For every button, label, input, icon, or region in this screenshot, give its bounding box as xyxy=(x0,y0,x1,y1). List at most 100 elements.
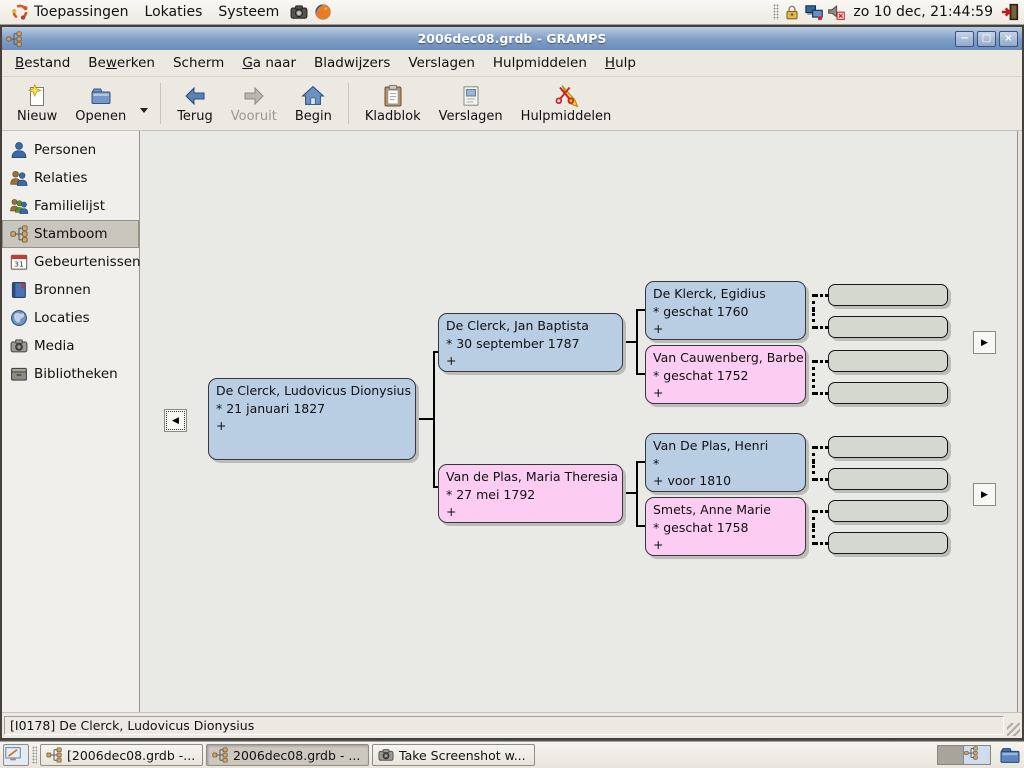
empty-ancestor-box[interactable] xyxy=(828,284,948,306)
panel-menu-lokaties[interactable]: Lokaties xyxy=(137,0,211,24)
person-birth: * 30 september 1787 xyxy=(446,335,615,353)
calendar-31-icon: 31 xyxy=(10,253,28,271)
toolbar-button-label: Hulpmiddelen xyxy=(521,109,612,124)
empty-ancestor-box[interactable] xyxy=(828,350,948,372)
minimize-button[interactable]: − xyxy=(955,31,974,47)
person-box[interactable]: Van Cauwenberg, Barbe* geschat 1752+ xyxy=(645,345,806,404)
gramps-window: 2006dec08.grdb - GRAMPS − □ × BestandBew… xyxy=(0,25,1024,740)
empty-ancestor-box[interactable] xyxy=(828,382,948,404)
empty-ancestor-box[interactable] xyxy=(828,316,948,338)
open-dropdown-button[interactable] xyxy=(135,79,153,128)
panel-menu-label: Systeem xyxy=(218,4,279,20)
dotted-connector-line xyxy=(815,478,828,481)
panel-menu-label: Lokaties xyxy=(145,4,203,20)
task-label: [2006dec08.grdb -... xyxy=(67,748,195,763)
menu-verslagen[interactable]: Verslagen xyxy=(399,51,484,75)
sidebar-item-relaties[interactable]: Relaties xyxy=(2,164,139,192)
toolbar-terug-button[interactable]: Terug xyxy=(168,79,222,128)
person-name: De Clerck, Jan Baptista xyxy=(446,317,615,335)
titlebar[interactable]: 2006dec08.grdb - GRAMPS − □ × xyxy=(2,27,1022,50)
person-box[interactable]: De Klerck, Egidius* geschat 1760+ xyxy=(645,281,806,340)
menu-scherm[interactable]: Scherm xyxy=(164,51,233,75)
sidebar-item-bronnen[interactable]: Bronnen xyxy=(2,276,139,304)
person-name: De Clerck, Ludovicus Dionysius xyxy=(216,382,408,400)
keyring-icon[interactable] xyxy=(783,3,801,21)
resize-grip[interactable] xyxy=(1007,723,1020,736)
taskbar-window-button[interactable]: [2006dec08.grdb -... xyxy=(40,744,203,766)
person-birth: * geschat 1758 xyxy=(653,519,798,537)
pedigree-chart-icon xyxy=(10,225,28,243)
sidebar-item-locaties[interactable]: Locaties xyxy=(2,304,139,332)
screenshot-camera-icon[interactable] xyxy=(290,3,308,21)
toolbar-verslagen-button[interactable]: Verslagen xyxy=(430,79,512,128)
task-list-handle xyxy=(32,746,37,764)
close-button[interactable]: × xyxy=(999,31,1018,47)
person-birth: * geschat 1752 xyxy=(653,367,798,385)
sidebar-item-stamboom[interactable]: Stamboom xyxy=(2,220,139,248)
empty-ancestor-box[interactable] xyxy=(828,532,948,554)
empty-ancestor-box[interactable] xyxy=(828,468,948,490)
menu-bewerken[interactable]: Bewerken xyxy=(79,51,164,75)
sidebar-item-bibliotheken[interactable]: Bibliotheken xyxy=(2,360,139,388)
person-box[interactable]: De Clerck, Ludovicus Dionysius* 21 janua… xyxy=(208,378,416,460)
person-box[interactable]: Van De Plas, Henri*+ voor 1810 xyxy=(645,433,806,492)
toolbar-nieuw-button[interactable]: Nieuw xyxy=(8,79,66,128)
toolbar-begin-button[interactable]: Begin xyxy=(286,79,341,128)
toolbar-kladblok-button[interactable]: Kladblok xyxy=(356,79,430,128)
menu-hulp[interactable]: Hulp xyxy=(596,51,645,75)
sidebar-item-label: Personen xyxy=(34,142,96,158)
menu-ga-naar[interactable]: Ga naar xyxy=(233,51,305,75)
menu-bestand[interactable]: Bestand xyxy=(6,51,79,75)
blue-folder-icon[interactable] xyxy=(999,744,1021,766)
connector-line xyxy=(623,492,636,494)
toolbar-hulpmiddelen-button[interactable]: Hulpmiddelen xyxy=(512,79,621,128)
maximize-button[interactable]: □ xyxy=(977,31,996,47)
globe-icon xyxy=(10,309,28,327)
person-box[interactable]: Van de Plas, Maria Theresia* 27 mei 1792… xyxy=(438,464,623,523)
taskbar-window-button[interactable]: 2006dec08.grdb - ... xyxy=(206,744,369,766)
firefox-icon[interactable] xyxy=(314,3,332,21)
network-computers-icon[interactable] xyxy=(805,3,823,21)
workspace-1[interactable] xyxy=(938,746,964,764)
panel-menu-systeem[interactable]: Systeem xyxy=(210,0,287,24)
sidebar-item-gebeurtenissen[interactable]: 31Gebeurtenissen xyxy=(2,248,139,276)
dotted-connector-line xyxy=(815,392,828,395)
menu-bladwijzers[interactable]: Bladwijzers xyxy=(305,51,399,75)
pedigree-nav-right-button[interactable]: ▶ xyxy=(973,331,996,354)
person-box[interactable]: De Clerck, Jan Baptista* 30 september 17… xyxy=(438,313,623,372)
sidebar-item-media[interactable]: Media xyxy=(2,332,139,360)
pedigree-canvas[interactable]: De Clerck, Ludovicus Dionysius* 21 janua… xyxy=(140,131,1018,712)
workspace-2[interactable] xyxy=(964,746,990,764)
person-box[interactable]: Smets, Anne Marie* geschat 1758+ xyxy=(645,497,806,556)
panel-menu-toepassingen[interactable]: Toepassingen xyxy=(3,0,137,24)
empty-ancestor-box[interactable] xyxy=(828,500,948,522)
camera-gray-icon xyxy=(10,337,28,355)
person-birth: * 21 januari 1827 xyxy=(216,400,408,418)
empty-ancestor-box[interactable] xyxy=(828,436,948,458)
dotted-connector-line xyxy=(815,510,828,513)
toolbar-button-label: Vooruit xyxy=(231,109,277,124)
sidebar-item-personen[interactable]: Personen xyxy=(2,136,139,164)
person-name: Van de Plas, Maria Theresia xyxy=(446,468,615,486)
taskbar-window-button[interactable]: Take Screenshot w... xyxy=(372,744,535,766)
tray-handle[interactable] xyxy=(773,4,779,20)
show-desktop-button[interactable] xyxy=(3,744,29,766)
sidebar-item-familielijst[interactable]: Familielijst xyxy=(2,192,139,220)
toolbar-button-label: Openen xyxy=(75,109,126,124)
toolbar-openen-button[interactable]: Openen xyxy=(66,79,135,128)
connector-line xyxy=(636,373,645,375)
connector-line xyxy=(636,461,645,463)
workspace-switcher[interactable] xyxy=(937,745,991,765)
task-label: 2006dec08.grdb - ... xyxy=(233,748,360,763)
toolbar-button-label: Verslagen xyxy=(439,109,503,124)
sidebar-item-label: Bibliotheken xyxy=(34,366,118,382)
menu-hulpmiddelen[interactable]: Hulpmiddelen xyxy=(484,51,596,75)
volume-muted-icon[interactable] xyxy=(827,3,845,21)
chevron-down-icon xyxy=(140,108,148,113)
pedigree-nav-right-button[interactable]: ▶ xyxy=(973,483,996,506)
sidebar-item-label: Bronnen xyxy=(34,282,91,298)
logout-door-icon[interactable] xyxy=(1001,3,1019,21)
pedigree-nav-left-button[interactable]: ◀ xyxy=(164,409,187,432)
sidebar-item-label: Stamboom xyxy=(34,226,108,242)
clock[interactable]: zo 10 dec, 21:44:59 xyxy=(847,4,999,20)
